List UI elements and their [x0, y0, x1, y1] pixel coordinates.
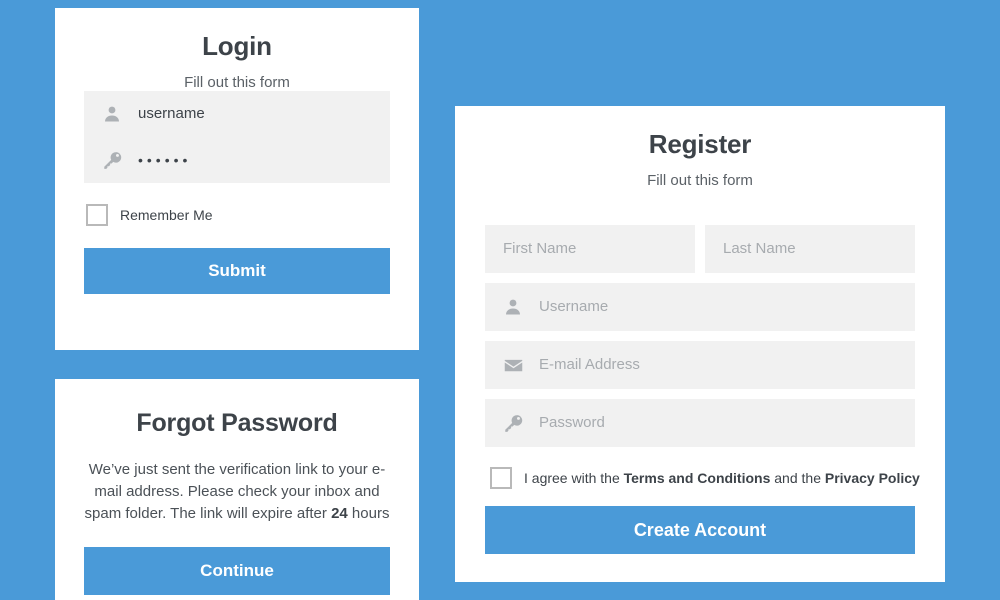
user-icon: [100, 102, 124, 126]
terms-text-1: I agree with the: [524, 470, 624, 486]
first-name-placeholder: First Name: [503, 240, 577, 257]
remember-me-checkbox[interactable]: [86, 204, 108, 226]
register-password-field[interactable]: Password: [485, 399, 915, 447]
login-card: Login Fill out this form username ••••••…: [55, 8, 419, 350]
login-username-value: username: [138, 105, 205, 122]
forgot-message-line-3-suffix: hours: [347, 505, 390, 522]
forgot-expiry-hours: 24: [331, 505, 348, 522]
register-password-placeholder: Password: [539, 414, 605, 431]
terms-agreement-label: I agree with the Terms and Conditions an…: [524, 470, 920, 486]
register-title: Register: [648, 129, 752, 159]
login-subtitle: Fill out this form: [184, 74, 290, 91]
login-title: Login: [202, 31, 272, 61]
register-username-placeholder: Username: [539, 298, 609, 315]
last-name-placeholder: Last Name: [723, 240, 796, 257]
user-icon: [501, 295, 525, 319]
submit-button[interactable]: Submit: [84, 248, 390, 294]
login-username-field[interactable]: username: [84, 91, 390, 137]
create-account-button[interactable]: Create Account: [485, 506, 915, 554]
forgot-message-line-3-prefix: The link will expire after: [170, 505, 332, 522]
terms-agreement-checkbox[interactable]: [490, 467, 512, 489]
privacy-policy-link[interactable]: Privacy Policy: [825, 470, 920, 486]
key-icon: [501, 411, 525, 435]
login-password-value: ••••••: [138, 152, 192, 168]
register-name-row: First Name Last Name: [485, 215, 915, 273]
forgot-password-message: We’ve just sent the verification link to…: [84, 459, 390, 525]
register-email-field[interactable]: E-mail Address: [485, 341, 915, 389]
register-subtitle: Fill out this form: [647, 172, 753, 189]
terms-agreement-row[interactable]: I agree with the Terms and Conditions an…: [490, 467, 920, 489]
forgot-password-title: Forgot Password: [136, 409, 338, 437]
terms-text-2: and the: [770, 470, 825, 486]
register-card: Register Fill out this form First Name L…: [455, 106, 945, 582]
first-name-field[interactable]: First Name: [485, 225, 695, 273]
register-email-placeholder: E-mail Address: [539, 356, 640, 373]
remember-me-label: Remember Me: [120, 207, 213, 223]
continue-button[interactable]: Continue: [84, 547, 390, 595]
last-name-field[interactable]: Last Name: [705, 225, 915, 273]
register-username-field[interactable]: Username: [485, 283, 915, 331]
terms-and-conditions-link[interactable]: Terms and Conditions: [624, 470, 771, 486]
envelope-icon: [501, 353, 525, 377]
remember-me-row[interactable]: Remember Me: [86, 204, 390, 226]
key-icon: [100, 148, 124, 172]
login-password-field[interactable]: ••••••: [84, 137, 390, 183]
forgot-password-card: Forgot Password We’ve just sent the veri…: [55, 379, 419, 600]
